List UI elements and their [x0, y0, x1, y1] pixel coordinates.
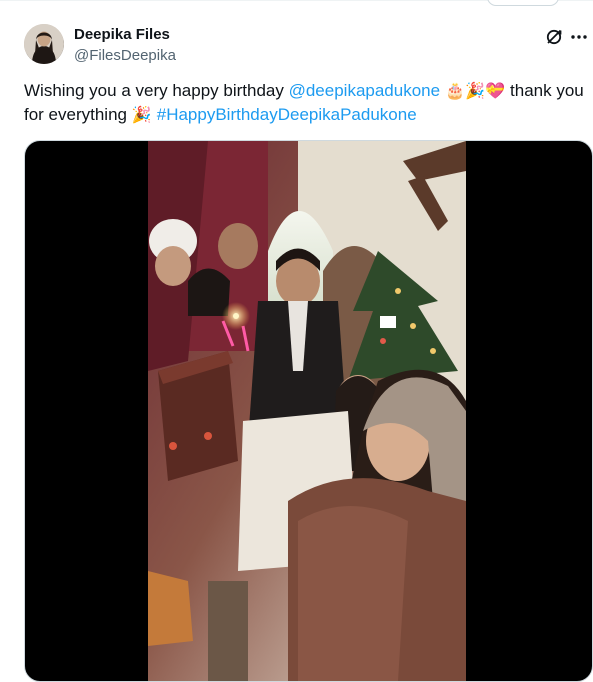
- profile-photo-icon: [24, 24, 64, 64]
- mention-link[interactable]: @deepikapadukone: [289, 81, 441, 100]
- tweet-text-part: Wishing you a very happy birthday: [24, 81, 289, 100]
- hashtag-link[interactable]: #HappyBirthdayDeepikaPadukone: [157, 105, 417, 124]
- avatar[interactable]: [24, 24, 64, 64]
- media-video[interactable]: [24, 140, 593, 682]
- video-thumbnail[interactable]: [148, 141, 466, 681]
- party-scene-image: [148, 141, 466, 681]
- tweet-text: Wishing you a very happy birthday @deepi…: [24, 79, 584, 127]
- show-more-pill[interactable]: [487, 0, 559, 6]
- more-options-icon[interactable]: [569, 27, 589, 47]
- party-popper-emoji: 🎉: [131, 105, 157, 124]
- emoji-group: 🎂🎉💝: [440, 81, 511, 100]
- display-name[interactable]: Deepika Files: [74, 26, 176, 44]
- user-handle[interactable]: @FilesDeepika: [74, 46, 176, 66]
- tweet-author[interactable]: Deepika Files @FilesDeepika: [74, 26, 176, 66]
- grok-icon[interactable]: [544, 27, 564, 47]
